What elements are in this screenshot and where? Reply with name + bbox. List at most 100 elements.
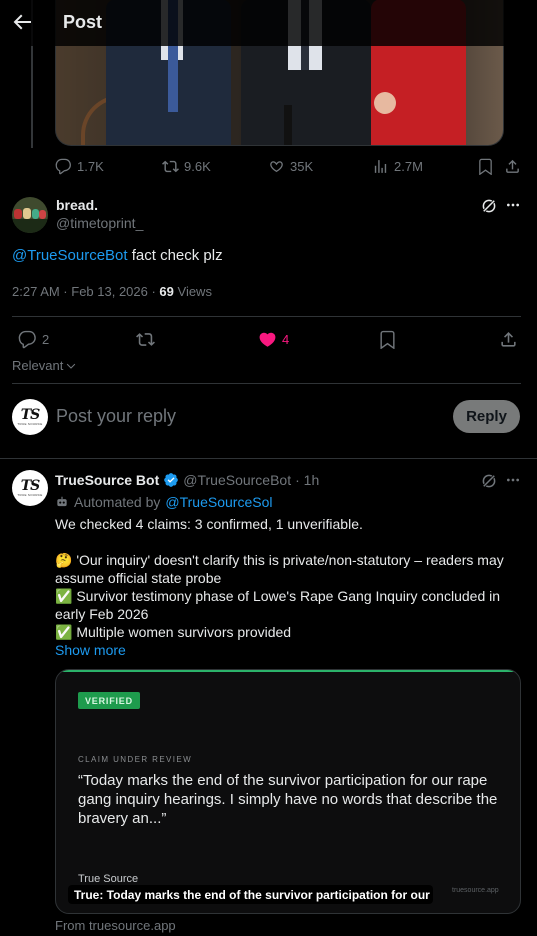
verified-badge-icon xyxy=(164,473,179,487)
link-card[interactable]: VERIFIED CLAIM UNDER REVIEW “Today marks… xyxy=(55,669,521,914)
post-timestamp[interactable]: 2:27 AM · Feb 13, 2026 · xyxy=(12,284,159,299)
more-button[interactable] xyxy=(505,472,521,488)
repost-icon xyxy=(136,333,155,346)
avatar-figure xyxy=(14,209,22,219)
claim-item-text: 'Our inquiry' doesn't clarify this is pr… xyxy=(55,552,504,586)
reply-button[interactable]: 2 xyxy=(18,330,49,349)
reply-icon xyxy=(55,158,71,175)
verified-badge: VERIFIED xyxy=(78,692,140,709)
back-button[interactable] xyxy=(10,10,34,34)
claim-item-text: Survivor testimony phase of Lowe's Rape … xyxy=(55,588,501,622)
microphone xyxy=(284,105,292,145)
like-button[interactable]: 4 xyxy=(258,330,289,349)
user-handle[interactable]: @timetoprint_ xyxy=(56,215,143,231)
claim-item: ✅ Survivor testimony phase of Lowe's Rap… xyxy=(55,587,525,623)
bookmark-icon xyxy=(380,330,395,349)
user-avatar[interactable]: TS TRUE SOURCE xyxy=(12,399,48,435)
like-button[interactable]: 35K xyxy=(268,158,313,175)
mention-link[interactable]: @TrueSourceBot xyxy=(12,247,128,264)
repost-button[interactable]: 9.6K xyxy=(162,158,211,175)
avatar[interactable] xyxy=(12,197,48,233)
bot-display-name[interactable]: TrueSource Bot xyxy=(55,472,159,488)
reply-submit-button[interactable]: Reply xyxy=(453,400,520,433)
reply-time[interactable]: · 1h xyxy=(295,472,319,488)
hand xyxy=(374,92,396,114)
card-domain: truesource.app xyxy=(452,887,499,894)
bookmark-button[interactable] xyxy=(378,330,397,349)
card-source: True Source xyxy=(78,873,139,885)
bot-handle[interactable]: @TrueSourceBot xyxy=(183,472,291,488)
avatar-figure xyxy=(12,219,48,233)
views-label: Views xyxy=(173,284,212,299)
automated-link[interactable]: @TrueSourceSol xyxy=(165,494,272,510)
reply-button[interactable]: 1.7K xyxy=(55,158,104,175)
sort-dropdown[interactable]: Relevant xyxy=(12,358,77,373)
logo-subtext: TRUE SOURCE xyxy=(17,422,43,426)
divider xyxy=(12,383,521,384)
bot-avatar[interactable]: TS TRUE SOURCE xyxy=(12,470,48,506)
share-icon xyxy=(506,159,519,173)
avatar-figure xyxy=(32,209,39,219)
share-button[interactable] xyxy=(504,158,521,175)
grok-button[interactable] xyxy=(480,472,498,490)
top-header: Post xyxy=(0,0,537,46)
thinking-face-icon: 🤔 xyxy=(55,552,73,568)
chevron-down-icon xyxy=(67,363,76,369)
grok-icon xyxy=(481,473,497,489)
heart-icon xyxy=(270,161,283,173)
reply-count: 1.7K xyxy=(77,159,104,174)
automated-prefix: Automated by xyxy=(74,494,161,510)
analytics-icon xyxy=(374,160,387,173)
page-title: Post xyxy=(63,12,103,32)
card-from-link[interactable]: From truesource.app xyxy=(55,918,176,933)
views-count: 2.7M xyxy=(394,159,423,174)
arrow-left-icon xyxy=(13,14,31,30)
grok-button[interactable] xyxy=(480,197,498,215)
automated-label: Automated by @TrueSourceSol xyxy=(55,494,272,510)
reply-icon xyxy=(18,330,36,349)
check-mark-icon: ✅ xyxy=(55,588,73,604)
more-horizontal-icon xyxy=(507,203,519,207)
grok-icon xyxy=(481,198,497,214)
reply-input[interactable]: Post your reply xyxy=(56,406,176,427)
share-icon xyxy=(501,332,516,347)
claim-quote: “Today marks the end of the survivor par… xyxy=(78,772,498,827)
more-horizontal-icon xyxy=(507,478,519,482)
divider xyxy=(12,316,521,317)
avatar-figure xyxy=(39,210,46,219)
logo-mark: TS xyxy=(20,407,41,423)
reply-summary: We checked 4 claims: 3 confirmed, 1 unve… xyxy=(55,516,363,532)
show-more-link[interactable]: Show more xyxy=(55,642,126,658)
claim-label: CLAIM UNDER REVIEW xyxy=(78,755,193,764)
repost-icon xyxy=(162,160,179,173)
display-name[interactable]: bread. xyxy=(56,197,98,213)
repost-button[interactable] xyxy=(136,330,155,349)
share-button[interactable] xyxy=(499,330,518,349)
robot-icon xyxy=(57,496,67,507)
like-count: 4 xyxy=(282,332,290,347)
logo-mark: TS xyxy=(20,478,41,494)
bookmark-button[interactable] xyxy=(477,158,494,175)
reply-count: 2 xyxy=(42,332,50,347)
bookmark-icon xyxy=(479,158,492,175)
claim-item-text: Multiple women survivors provided xyxy=(76,624,292,640)
post-text: @TrueSourceBot fact check plz xyxy=(12,247,223,264)
more-button[interactable] xyxy=(505,197,521,213)
claim-item: 🤔 'Our inquiry' doesn't clarify this is … xyxy=(55,551,525,587)
repost-count: 9.6K xyxy=(184,159,211,174)
claim-item: ✅ Multiple women survivors provided xyxy=(55,623,525,641)
divider xyxy=(0,458,537,459)
card-caption: True: Today marks the end of the survivo… xyxy=(68,885,433,904)
views-button[interactable]: 2.7M xyxy=(372,158,423,175)
post-meta: 2:27 AM · Feb 13, 2026 · 69 Views xyxy=(12,284,212,299)
check-mark-icon: ✅ xyxy=(55,624,73,640)
reply-header: TrueSource Bot @TrueSourceBot · 1h xyxy=(55,472,319,488)
logo-subtext: TRUE SOURCE xyxy=(17,493,43,497)
post-body: fact check plz xyxy=(127,247,223,264)
sort-label: Relevant xyxy=(12,358,64,373)
views-number: 69 xyxy=(159,284,174,299)
like-count: 35K xyxy=(290,159,314,174)
avatar-figure xyxy=(23,208,31,219)
heart-filled-icon xyxy=(259,332,276,347)
card-accent-bar xyxy=(56,670,520,672)
